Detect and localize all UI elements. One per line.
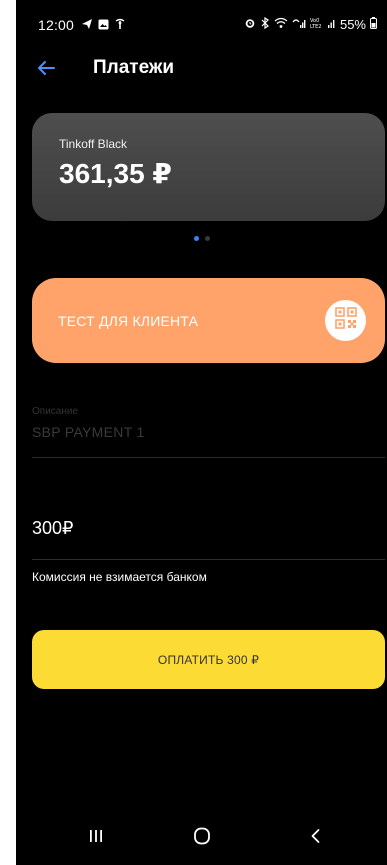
amount-field[interactable]: 300₽ [32,510,385,560]
home-button[interactable] [172,823,232,853]
card-pager [16,236,387,244]
status-left-icons [81,17,126,35]
status-right: Vo0 LTE2 55% [244,16,377,32]
svg-text:LTE2: LTE2 [310,24,322,29]
wifi-icon [274,17,288,32]
back-icon [307,827,325,850]
send-icon [81,17,93,35]
description-label: Описание [32,406,79,417]
account-balance: 361,35 ₽ [59,158,172,189]
page-title: Платежи [93,57,175,78]
system-nav-bar [16,811,387,865]
system-back-button[interactable] [286,823,346,853]
back-button[interactable] [34,56,58,80]
commission-note: Комиссия не взимается банком [32,570,207,584]
image-icon [98,17,109,35]
field-divider [32,457,385,458]
description-value: SBP PAYMENT 1 [32,424,145,440]
signal-relay-icon [114,17,126,35]
amount-value: 300₽ [32,518,74,538]
arrow-left-icon [34,61,58,84]
account-name: Tinkoff Black [59,137,128,151]
recent-apps-icon [87,827,105,850]
qr-code-icon [334,307,357,334]
signal-icon [292,17,306,32]
field-divider [32,559,385,560]
payment-screen: 12:00 Vo0 LTE2 55% Платежи Tinkoff Black… [16,0,387,865]
description-field[interactable]: Описание SBP PAYMENT 1 [32,403,385,458]
pager-dot-active[interactable] [193,236,199,241]
qr-button[interactable] [325,300,366,341]
home-icon [192,826,212,851]
pager-dot[interactable] [204,236,210,241]
recipient-card[interactable]: ТЕСТ ДЛЯ КЛИЕНТА [32,278,385,363]
recent-apps-button[interactable] [66,823,126,853]
account-card[interactable]: Tinkoff Black 361,35 ₽ [32,113,385,221]
bluetooth-icon [260,16,270,32]
status-time: 12:00 [38,17,75,33]
signal-icon [327,17,336,32]
alarm-icon [244,17,256,32]
header: Платежи [16,46,387,90]
battery-percent: 55% [339,17,366,32]
volte-icon: Vo0 LTE2 [310,17,324,32]
recipient-name: ТЕСТ ДЛЯ КЛИЕНТА [58,313,199,329]
pay-button[interactable]: ОПЛАТИТЬ 300 ₽ [32,630,385,689]
battery-icon [370,17,377,32]
status-bar: 12:00 Vo0 LTE2 55% [16,0,387,40]
